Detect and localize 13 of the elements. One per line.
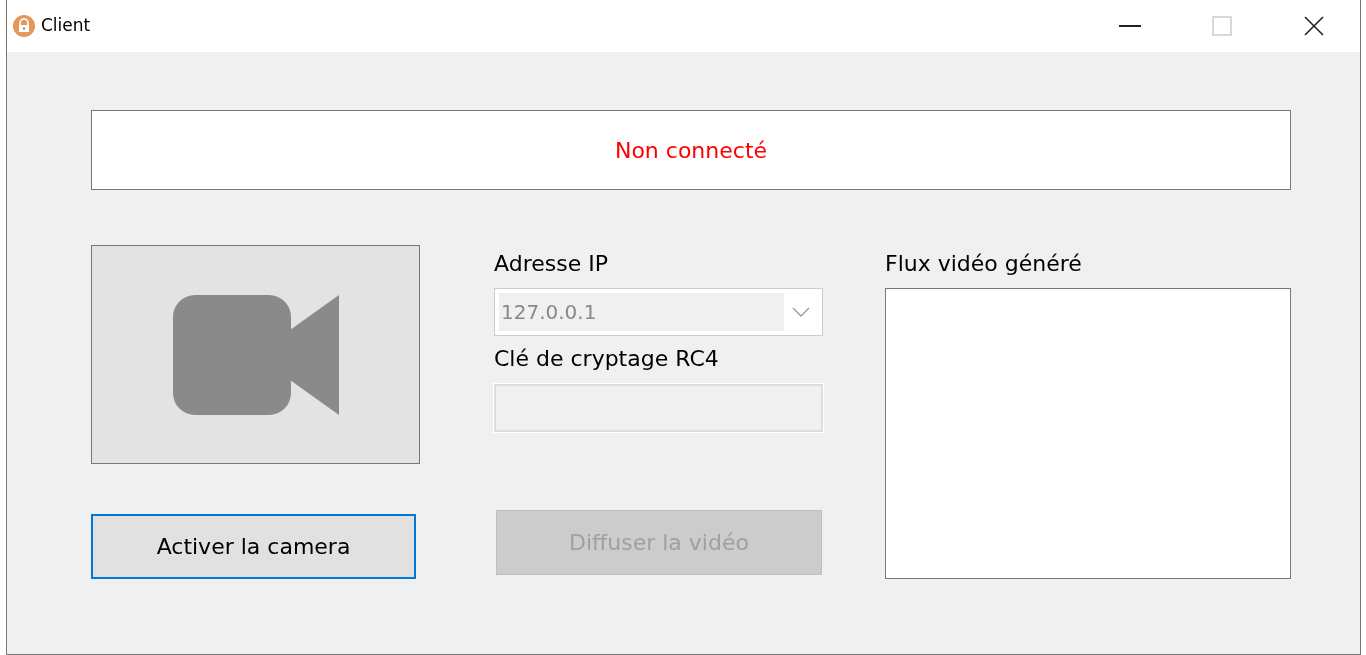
activate-camera-button[interactable]: Activer la camera (91, 514, 416, 579)
minimize-icon (1119, 25, 1141, 27)
padlock-icon (13, 15, 35, 37)
status-text: Non connecté (614, 136, 768, 165)
video-camera-icon (172, 294, 339, 415)
chevron-down-icon (792, 307, 810, 317)
video-stream-label: Flux vidéo généré (885, 250, 1083, 278)
ip-value: 127.0.0.1 (499, 293, 784, 331)
window-title: Client (41, 14, 91, 38)
close-icon (1304, 16, 1324, 36)
ip-label: Adresse IP (494, 250, 609, 278)
maximize-icon (1212, 16, 1232, 36)
key-label: Clé de cryptage RC4 (494, 345, 720, 373)
